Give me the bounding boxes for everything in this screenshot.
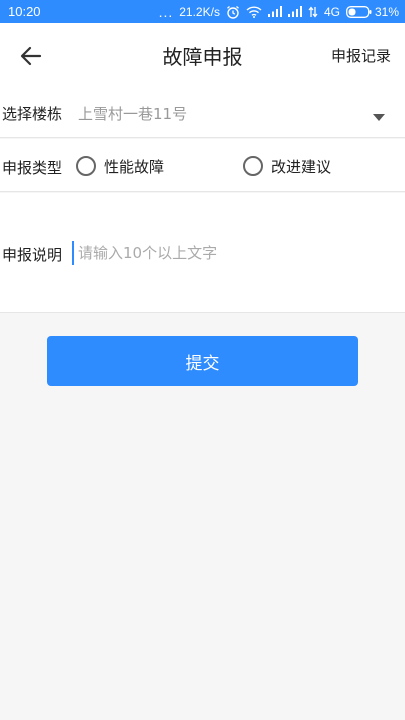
alarm-icon [226,5,240,19]
network-type: 4G [323,4,340,19]
radio-label: 改进建议 [271,157,332,176]
building-value: 上雪村一巷11号 [78,105,188,123]
signal-icon [267,6,282,17]
more-dots: ... [158,3,174,20]
status-icons: ... 21.2K/s 4G 31% [159,4,399,20]
building-select-row: 选择楼栋 上雪村一巷11号 [0,86,405,138]
back-button[interactable] [14,39,48,73]
network-speed: 21.2K/s [179,4,220,19]
battery-icon [346,5,372,18]
description-input[interactable] [72,241,398,265]
radio-performance-fault[interactable]: 性能故障 [76,151,164,181]
data-transfer-icon [308,5,318,18]
radio-circle-icon [76,156,96,176]
battery: 31% [346,5,399,19]
description-row: 申报说明 [0,193,405,313]
type-label: 申报类型 [2,159,63,177]
wifi-icon [246,5,262,18]
status-time: 10:20 [8,4,41,19]
signal-icon-2 [287,6,302,17]
status-bar: 10:20 ... 21.2K/s 4G 31% [0,0,405,23]
radio-improvement-suggestion[interactable]: 改进建议 [243,151,331,181]
battery-percent: 31% [374,4,399,19]
records-link[interactable]: 申报记录 [331,45,391,66]
type-row: 申报类型 性能故障 改进建议 [0,139,405,192]
radio-label: 性能故障 [104,157,165,176]
arrow-left-icon [20,46,42,66]
submit-button[interactable]: 提交 [47,336,358,386]
description-label: 申报说明 [2,246,63,264]
building-label: 选择楼栋 [2,105,63,123]
header: 故障申报 申报记录 [0,23,405,86]
dropdown-arrow-icon[interactable] [373,106,385,125]
radio-circle-icon [243,156,263,176]
